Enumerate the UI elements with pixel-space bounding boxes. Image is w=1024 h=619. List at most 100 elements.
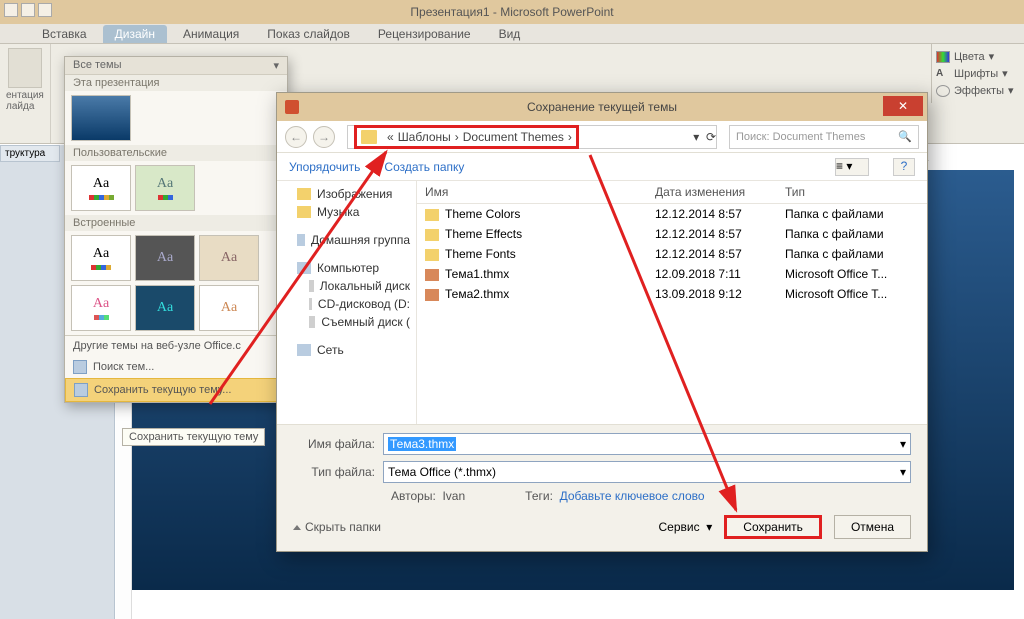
file-row[interactable]: Тема1.thmx12.09.2018 7:11Microsoft Offic… (417, 264, 927, 284)
authors-label: Авторы: (391, 489, 436, 503)
effects-button[interactable]: Эффекты ▾ (936, 82, 1020, 99)
network-icon (297, 344, 311, 356)
colors-button[interactable]: Цвета ▾ (936, 48, 1020, 65)
tab-design[interactable]: Дизайн (103, 25, 167, 43)
close-button[interactable]: ✕ (883, 96, 923, 116)
tab-review[interactable]: Рецензирование (366, 25, 483, 43)
service-dropdown[interactable]: Сервис ▾ (659, 520, 713, 534)
search-icon: 🔍 (898, 130, 912, 143)
file-list: Имя Дата изменения Тип Theme Colors12.12… (417, 181, 927, 424)
refresh-icon[interactable]: ⟳ (706, 130, 716, 144)
filetype-label: Тип файла: (293, 465, 383, 479)
filename-label: Имя файла: (293, 437, 383, 451)
slide-orientation-icon[interactable] (8, 48, 42, 88)
nav-forward-button[interactable]: → (313, 126, 335, 148)
tab-slideshow[interactable]: Показ слайдов (255, 25, 362, 43)
dialog-footer: Имя файла: Тема3.thmx▾ Тип файла: Тема O… (277, 424, 927, 551)
theme-thumb[interactable]: Aa (71, 165, 131, 211)
theme-variants-toolbar: Цвета ▾ AШрифты ▾ Эффекты ▾ (931, 44, 1024, 103)
ribbon-group-slide: ентация лайда (0, 44, 51, 143)
dialog-title-text: Сохранение текущей темы (527, 100, 677, 114)
tooltip: Сохранить текущую тему (122, 428, 265, 446)
themes-header-label: Все темы (73, 59, 122, 72)
cd-icon (309, 298, 312, 310)
breadcrumb[interactable]: « Шаблоны › Document Themes › ▾ ⟳ (347, 125, 717, 149)
tags-value[interactable]: Добавьте ключевое слово (560, 489, 705, 503)
folder-icon (425, 249, 439, 261)
structure-tab[interactable]: труктура (0, 145, 60, 162)
tab-insert[interactable]: Вставка (30, 25, 99, 43)
filename-input[interactable]: Тема3.thmx▾ (383, 433, 911, 455)
folder-icon (425, 229, 439, 241)
theme-thumb[interactable]: Aa (135, 235, 195, 281)
theme-thumb[interactable]: Aa (71, 285, 131, 331)
theme-thumb[interactable]: Aa (71, 235, 131, 281)
homegroup-icon (297, 234, 305, 246)
effects-icon (936, 85, 950, 97)
folder-open-icon (73, 360, 87, 374)
file-row[interactable]: Theme Fonts12.12.2014 8:57Папка с файлам… (417, 244, 927, 264)
pictures-icon (297, 188, 311, 200)
tree-node: Локальный диск (277, 277, 416, 295)
tree-node: Изображения (277, 185, 416, 203)
dialog-toolbar: Упорядочить Создать папку ≡ ▾ ? (277, 153, 927, 181)
tree-node: Домашняя группа (277, 231, 416, 249)
tree-node: Съемный диск ( (277, 313, 416, 331)
tree-node: CD-дисковод (D: (277, 295, 416, 313)
save-current-theme-item[interactable]: Сохранить текущую тему... (65, 378, 287, 402)
theme-thumb[interactable]: Aa (199, 235, 259, 281)
folder-tree[interactable]: Изображения Музыка Домашняя группа Компь… (277, 181, 417, 424)
disk-icon (309, 280, 314, 292)
save-icon (74, 383, 88, 397)
tags-label: Теги: (525, 489, 553, 503)
help-button[interactable]: ? (893, 158, 915, 176)
powerpoint-icon (285, 100, 299, 114)
themes-section-builtin: Встроенные (65, 215, 287, 231)
app-title: Презентация1 - Microsoft PowerPoint (410, 5, 613, 19)
hide-folders-toggle[interactable]: Скрыть папки (293, 520, 381, 534)
file-row[interactable]: Theme Colors12.12.2014 8:57Папка с файла… (417, 204, 927, 224)
ribbon-group-slide-label: ентация лайда (6, 90, 44, 112)
theme-thumb[interactable]: Aa (135, 285, 195, 331)
cancel-button[interactable]: Отмена (834, 515, 911, 539)
usb-icon (309, 316, 315, 328)
file-list-header[interactable]: Имя Дата изменения Тип (417, 181, 927, 204)
window-controls[interactable] (4, 3, 52, 17)
new-folder-button[interactable]: Создать папку (384, 160, 464, 174)
search-themes-item[interactable]: Поиск тем... (65, 356, 287, 378)
chevron-down-icon[interactable]: ▾ (693, 130, 699, 144)
dialog-nav: ← → « Шаблоны › Document Themes › ▾ ⟳ По… (277, 121, 927, 153)
tree-node: Сеть (277, 341, 416, 359)
file-row[interactable]: Тема2.thmx13.09.2018 9:12Microsoft Offic… (417, 284, 927, 304)
nav-back-button[interactable]: ← (285, 126, 307, 148)
view-mode-button[interactable]: ≡ ▾ (835, 158, 869, 176)
colors-icon (936, 51, 950, 63)
organize-button[interactable]: Упорядочить (289, 160, 360, 174)
breadcrumb-highlight: « Шаблоны › Document Themes › (354, 125, 579, 149)
dialog-titlebar[interactable]: Сохранение текущей темы ✕ (277, 93, 927, 121)
themes-section-user: Пользовательские (65, 145, 287, 161)
computer-icon (297, 262, 311, 274)
theme-file-icon (425, 269, 439, 281)
filetype-select[interactable]: Тема Office (*.thmx)▾ (383, 461, 911, 483)
theme-thumb[interactable]: Aa (135, 165, 195, 211)
chevron-up-icon (293, 525, 301, 530)
app-titlebar: Презентация1 - Microsoft PowerPoint (0, 0, 1024, 24)
file-row[interactable]: Theme Effects12.12.2014 8:57Папка с файл… (417, 224, 927, 244)
folder-icon (361, 130, 377, 144)
theme-file-icon (425, 289, 439, 301)
save-button[interactable]: Сохранить (724, 515, 822, 539)
fonts-icon: A (936, 68, 950, 80)
ribbon-tabs: Вставка Дизайн Анимация Показ слайдов Ре… (0, 24, 1024, 44)
more-themes-link[interactable]: Другие темы на веб-узле Office.c (65, 336, 287, 356)
themes-gallery-dropdown: Все темы▾ Эта презентация Пользовательск… (64, 56, 288, 403)
theme-thumb[interactable]: Aa (199, 285, 259, 331)
tree-node: Компьютер (277, 259, 416, 277)
themes-section-current: Эта презентация (65, 75, 287, 91)
authors-value[interactable]: Ivan (442, 489, 465, 503)
fonts-button[interactable]: AШрифты ▾ (936, 65, 1020, 82)
theme-thumb-current[interactable] (71, 95, 131, 141)
tab-view[interactable]: Вид (487, 25, 533, 43)
tab-animation[interactable]: Анимация (171, 25, 251, 43)
search-input[interactable]: Поиск: Document Themes🔍 (729, 125, 919, 149)
